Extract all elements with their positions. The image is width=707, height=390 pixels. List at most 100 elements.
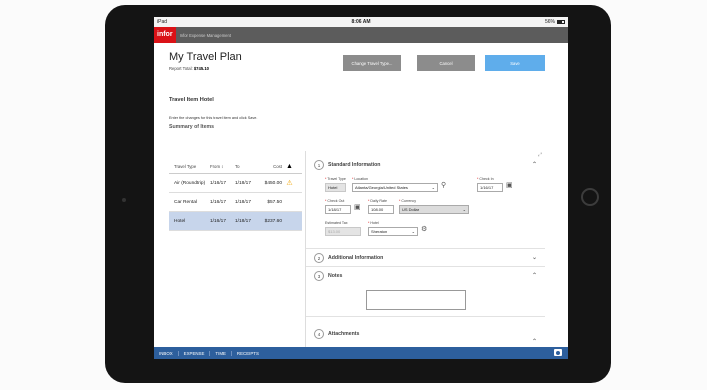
table-header: Travel Type From ↕ To Cost ▲	[169, 160, 302, 174]
hotel-label: * Hotel	[368, 221, 379, 225]
status-time: 8:06 AM	[351, 19, 371, 25]
row-cost: $57.50	[267, 199, 282, 205]
section-number: 3	[314, 271, 324, 281]
warning-icon: ⚠	[286, 180, 293, 187]
app-bar: infor Infor Expense Management	[154, 27, 568, 43]
table-row[interactable]: Air (Roundtrip) 1/16/17 1/18/17 $450.00 …	[169, 174, 302, 193]
section-number: 1	[314, 160, 324, 170]
location-select[interactable]: Atlanta/Georgia/United States ⌄	[352, 183, 438, 192]
currency-label: * Currency	[399, 199, 416, 203]
nav-expense[interactable]: EXPENSE	[179, 350, 211, 356]
row-to: 1/18/17	[235, 218, 252, 224]
save-button[interactable]: Save	[485, 55, 545, 71]
gear-icon[interactable]: ⚙	[421, 225, 427, 233]
change-travel-type-button[interactable]: Change Travel Type...	[343, 55, 401, 71]
row-from: 1/16/17	[210, 180, 227, 186]
search-icon[interactable]: ⚲	[441, 181, 446, 189]
travel-type-label: * Travel Type	[325, 177, 346, 181]
summary-heading: Summary of Items	[169, 124, 214, 130]
cancel-button[interactable]: Cancel	[417, 55, 475, 71]
calendar-icon[interactable]: ▣	[354, 203, 361, 211]
chevron-up-icon: ⌃	[531, 339, 537, 345]
bottom-nav: INBOX EXPENSE TIME RECEIPTS	[154, 347, 568, 359]
notes-textarea[interactable]	[366, 290, 466, 310]
check-out-label-text: Check Out	[327, 199, 345, 203]
travel-item-heading: Travel Item Hotel	[169, 97, 214, 103]
report-total: Report Total: $745.10	[169, 66, 209, 71]
section-title: Additional Information	[328, 255, 384, 261]
ipad-frame: iPad 8:06 AM 56% infor Infor Expense Man…	[105, 5, 611, 383]
section-number: 2	[314, 253, 324, 263]
calendar-icon[interactable]: ▣	[506, 181, 513, 189]
page-title: My Travel Plan	[169, 51, 242, 63]
section-notes: 3 Notes ⌃	[306, 267, 545, 317]
daily-rate-label: * Daily Rate	[368, 199, 387, 203]
section-number: 4	[314, 329, 324, 339]
col-cost[interactable]: Cost	[257, 164, 282, 169]
estimated-tax-label: Estimated Tax	[325, 221, 348, 225]
col-from-label: From	[210, 164, 221, 169]
currency-value: US Dollar	[402, 207, 420, 212]
screen: iPad 8:06 AM 56% infor Infor Expense Man…	[154, 17, 568, 359]
chevron-down-icon: ⌄	[431, 185, 435, 190]
home-button[interactable]	[581, 188, 599, 206]
location-value: Atlanta/Georgia/United States	[355, 185, 408, 190]
instructions-text: Enter the changes for this travel item a…	[169, 116, 258, 120]
hotel-label-text: Hotel	[370, 221, 379, 225]
battery-icon	[557, 19, 565, 24]
section-header[interactable]: 3 Notes ⌃	[306, 267, 545, 285]
section-title: Standard Information	[328, 162, 381, 168]
section-header[interactable]: 2 Additional Information ⌄	[306, 249, 545, 267]
camera-icon[interactable]	[554, 349, 562, 356]
report-total-label: Report Total:	[169, 66, 193, 71]
check-in-field[interactable]: 1/16/17	[477, 183, 503, 192]
battery-status: 56%	[545, 19, 565, 25]
row-cost: $450.00	[264, 180, 282, 186]
check-in-label: * Check In	[477, 177, 494, 181]
col-to[interactable]: To	[235, 164, 257, 169]
currency-select[interactable]: US Dollar ⌄	[399, 205, 469, 214]
location-label-text: Location	[354, 177, 368, 181]
location-label: * Location	[352, 177, 368, 181]
check-out-field[interactable]: 1/18/17	[325, 205, 351, 214]
front-camera	[122, 198, 126, 202]
col-travel-type[interactable]: Travel Type	[169, 164, 210, 169]
section-title: Attachments	[328, 331, 360, 337]
device-label: iPad	[157, 19, 168, 25]
chevron-up-icon: ⌃	[531, 273, 537, 279]
section-title: Notes	[328, 273, 343, 279]
currency-label-text: Currency	[401, 199, 416, 203]
nav-receipts[interactable]: RECEIPTS	[232, 351, 264, 356]
section-header[interactable]: 1 Standard Information ⌃	[306, 156, 545, 174]
hotel-value: Sheraton	[371, 229, 388, 234]
daily-rate-field[interactable]: 108.00	[368, 205, 394, 214]
page-header: My Travel Plan Report Total: $745.10 Cha…	[154, 43, 568, 90]
hotel-select[interactable]: Sheraton ⌄	[368, 227, 418, 236]
battery-percent: 56%	[544, 19, 555, 25]
alert-icon: ▲	[286, 163, 293, 170]
estimated-tax-field: $13.00	[325, 227, 361, 236]
travel-type-label-text: Travel Type	[327, 177, 346, 181]
row-cost: $237.60	[264, 218, 282, 224]
table-row-selected[interactable]: Hotel 1/16/17 1/18/17 $237.60	[169, 212, 302, 231]
status-bar: iPad 8:06 AM 56%	[154, 17, 568, 27]
infor-logo: infor	[154, 27, 176, 43]
col-from[interactable]: From ↕	[210, 164, 235, 169]
chevron-down-icon: ⌄	[462, 207, 466, 212]
table-row[interactable]: Car Rental 1/16/17 1/18/17 $57.50	[169, 193, 302, 212]
section-additional-information: 2 Additional Information ⌄	[306, 249, 545, 267]
daily-rate-label-text: Daily Rate	[370, 199, 387, 203]
nav-inbox[interactable]: INBOX	[154, 350, 179, 356]
report-total-value: $745.10	[193, 66, 209, 71]
detail-panel: ⤢ 1 Standard Information ⌃ * Travel Type H…	[305, 151, 545, 351]
nav-time[interactable]: TIME	[210, 350, 232, 356]
row-type: Air (Roundtrip)	[174, 180, 206, 186]
row-to: 1/18/17	[235, 199, 252, 205]
row-from: 1/16/17	[210, 218, 227, 224]
section-header[interactable]: 4 Attachments ⌃	[306, 325, 545, 345]
app-name: Infor Expense Management	[179, 32, 232, 38]
check-out-label: * Check Out	[325, 199, 345, 203]
row-from: 1/16/17	[210, 199, 227, 205]
row-to: 1/18/17	[235, 180, 252, 186]
chevron-up-icon: ⌃	[531, 162, 537, 168]
